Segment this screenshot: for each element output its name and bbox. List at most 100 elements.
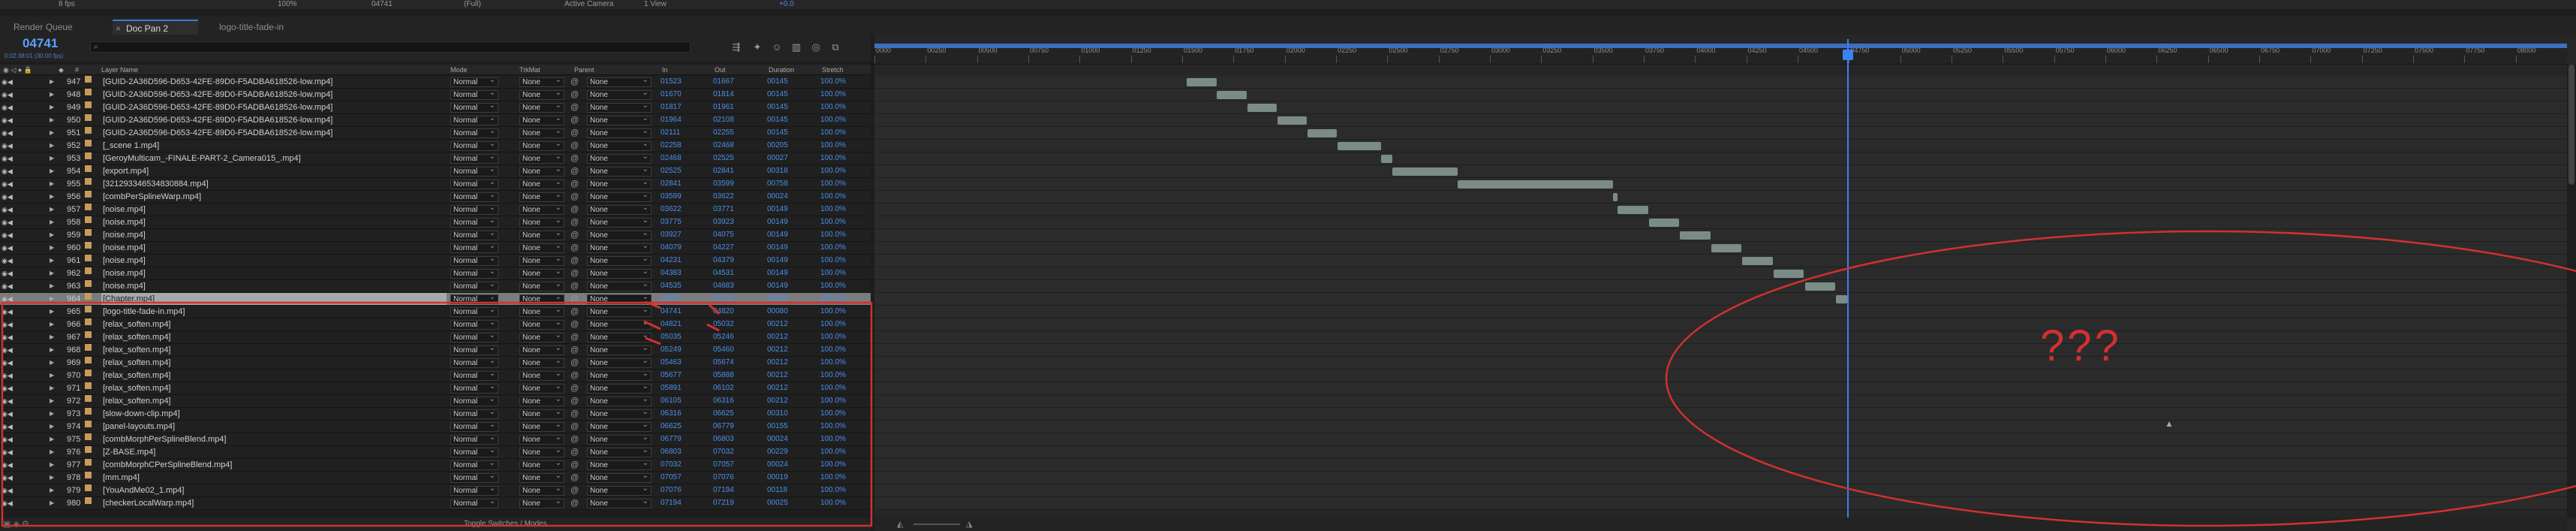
- in-point[interactable]: 04231: [661, 255, 682, 267]
- pick-whip-icon[interactable]: @: [570, 459, 579, 471]
- duration-value[interactable]: 00025: [767, 497, 788, 509]
- in-point[interactable]: 05463: [661, 357, 682, 369]
- visibility-icon[interactable]: ◉◀: [2, 472, 13, 484]
- pick-whip-icon[interactable]: @: [570, 331, 579, 343]
- stretch-value[interactable]: 100.0%: [820, 101, 846, 113]
- visibility-icon[interactable]: ◉◀: [2, 101, 13, 113]
- label-color-swatch[interactable]: [85, 331, 92, 338]
- mode-dropdown[interactable]: Normal: [450, 280, 498, 291]
- label-color-swatch[interactable]: [85, 204, 92, 210]
- mode-dropdown[interactable]: Normal: [450, 370, 498, 381]
- layer-name[interactable]: [_scene 1.mp4]: [101, 140, 447, 152]
- track-row[interactable]: [874, 204, 2567, 216]
- parent-dropdown[interactable]: None: [587, 140, 652, 151]
- duration-value[interactable]: 00149: [767, 216, 788, 228]
- mode-dropdown[interactable]: Normal: [450, 421, 498, 432]
- layer-name[interactable]: [relax_soften.mp4]: [101, 344, 447, 356]
- layer-name[interactable]: [GUID-2A36D596-D653-42FE-89D0-F5ADBA6185…: [101, 127, 447, 139]
- expand-triangle-icon[interactable]: ▶: [50, 267, 54, 279]
- layer-duration-bar[interactable]: [1774, 270, 1804, 278]
- in-point[interactable]: 04687: [661, 293, 682, 305]
- mode-dropdown[interactable]: Normal: [450, 267, 498, 279]
- layer-name[interactable]: [combPerSplineWarp.mp4]: [101, 191, 447, 203]
- in-point[interactable]: 07057: [661, 472, 682, 484]
- layer-row[interactable]: ◉◀▶980[checkerLocalWarp.mp4]NormalNone@N…: [0, 497, 871, 510]
- layer-name-header[interactable]: Layer Name: [101, 65, 138, 75]
- visibility-icon[interactable]: ◉◀: [2, 76, 13, 88]
- parent-dropdown[interactable]: None: [587, 318, 652, 330]
- duration-value[interactable]: 00145: [767, 101, 788, 113]
- layer-search-input[interactable]: ⌕: [90, 41, 691, 53]
- trkmat-dropdown[interactable]: None: [519, 191, 564, 202]
- track-row[interactable]: [874, 370, 2567, 382]
- parent-dropdown[interactable]: None: [587, 191, 652, 202]
- trkmat-dropdown[interactable]: None: [519, 484, 564, 496]
- visibility-icon[interactable]: ◉◀: [2, 293, 13, 305]
- duration-value[interactable]: 00024: [767, 459, 788, 471]
- duration-value[interactable]: 00212: [767, 395, 788, 407]
- layer-row[interactable]: ◉◀ ▶ 953 [GeroyMulticam_-FINALE-PART-2_Came…: [0, 152, 871, 165]
- out-point[interactable]: 03622: [713, 191, 734, 203]
- pick-whip-icon[interactable]: @: [570, 370, 579, 382]
- layer-row[interactable]: ◉◀▶965[logo-title-fade-in.mp4]NormalNone…: [0, 306, 871, 318]
- in-point[interactable]: 07032: [661, 459, 682, 471]
- pick-whip-icon[interactable]: @: [570, 101, 579, 113]
- out-point[interactable]: 02255: [713, 127, 734, 139]
- trkmat-dropdown[interactable]: None: [519, 459, 564, 470]
- mode-dropdown[interactable]: Normal: [450, 433, 498, 445]
- layer-duration-bar[interactable]: [1247, 104, 1277, 112]
- duration-value[interactable]: 00149: [767, 229, 788, 241]
- vertical-scrollbar[interactable]: [2567, 65, 2576, 517]
- expand-triangle-icon[interactable]: ▶: [50, 101, 54, 113]
- layer-name[interactable]: [GeroyMulticam_-FINALE-PART-2_Camera015_…: [101, 152, 447, 164]
- duration-value[interactable]: 00024: [767, 433, 788, 445]
- mode-dropdown[interactable]: Normal: [450, 382, 498, 394]
- parent-dropdown[interactable]: None: [587, 216, 652, 228]
- out-point[interactable]: 01961: [713, 101, 734, 113]
- label-color-swatch[interactable]: [85, 446, 92, 453]
- layer-name[interactable]: [checkerLocalWarp.mp4]: [101, 497, 447, 509]
- in-point[interactable]: 01670: [661, 89, 682, 101]
- label-color-swatch[interactable]: [85, 280, 92, 287]
- track-row[interactable]: [874, 382, 2567, 395]
- visibility-icon[interactable]: ◉◀: [2, 191, 13, 203]
- stretch-value[interactable]: 100.0%: [820, 293, 846, 305]
- pick-whip-icon[interactable]: @: [570, 497, 579, 509]
- label-color-swatch[interactable]: [85, 267, 92, 274]
- track-row[interactable]: [874, 76, 2567, 89]
- track-row[interactable]: [874, 89, 2567, 101]
- out-point[interactable]: 02468: [713, 140, 734, 152]
- stretch-value[interactable]: 100.0%: [820, 433, 846, 445]
- pick-whip-icon[interactable]: @: [570, 267, 579, 279]
- trkmat-dropdown[interactable]: None: [519, 152, 564, 164]
- parent-dropdown[interactable]: None: [587, 306, 652, 317]
- layer-name[interactable]: [noise.mp4]: [101, 204, 447, 216]
- pick-whip-icon[interactable]: @: [570, 76, 579, 88]
- out-point[interactable]: 06779: [713, 421, 734, 433]
- label-color-swatch[interactable]: [85, 152, 92, 159]
- track-row[interactable]: [874, 140, 2567, 152]
- expand-triangle-icon[interactable]: ▶: [50, 178, 54, 190]
- parent-dropdown[interactable]: None: [587, 459, 652, 470]
- trkmat-dropdown[interactable]: None: [519, 357, 564, 368]
- stretch-value[interactable]: 100.0%: [820, 152, 846, 164]
- mode-dropdown[interactable]: Normal: [450, 446, 498, 457]
- stretch-value[interactable]: 100.0%: [820, 382, 846, 394]
- layer-row[interactable]: ◉◀▶979[YouAndMe02_1.mp4]NormalNone@None0…: [0, 484, 871, 497]
- label-color-swatch[interactable]: [85, 318, 92, 325]
- layer-name[interactable]: [noise.mp4]: [101, 216, 447, 228]
- in-header[interactable]: In: [662, 65, 668, 75]
- shy-layers-icon[interactable]: ☺: [771, 41, 783, 53]
- layer-row[interactable]: ◉◀▶972[relax_soften.mp4]NormalNone@None0…: [0, 395, 871, 408]
- visibility-icon[interactable]: ◉◀: [2, 127, 13, 139]
- expand-triangle-icon[interactable]: ▶: [50, 204, 54, 216]
- track-row[interactable]: [874, 433, 2567, 446]
- in-point[interactable]: 02841: [661, 178, 682, 190]
- stretch-value[interactable]: 100.0%: [820, 395, 846, 407]
- mode-dropdown[interactable]: Normal: [450, 216, 498, 228]
- label-color-swatch[interactable]: [85, 306, 92, 312]
- in-point[interactable]: 07076: [661, 484, 682, 496]
- duration-value[interactable]: 00155: [767, 421, 788, 433]
- expand-triangle-icon[interactable]: ▶: [50, 114, 54, 126]
- layer-row[interactable]: ◉◀▶966[relax_soften.mp4]NormalNone@None0…: [0, 318, 871, 331]
